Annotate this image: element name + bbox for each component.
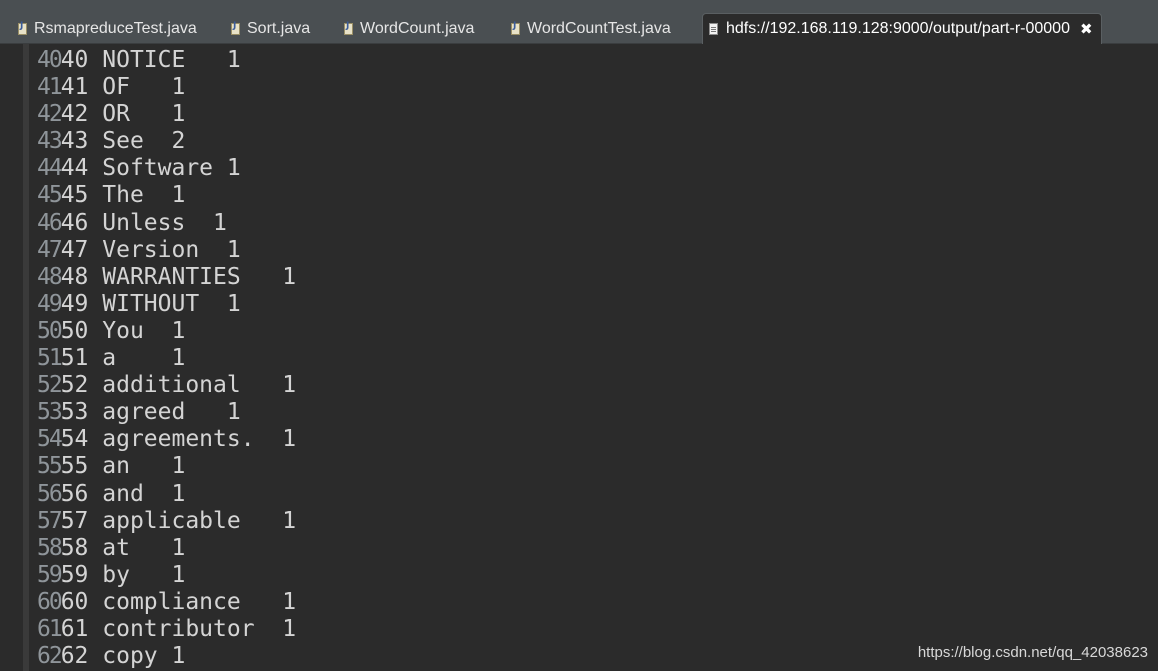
line-text: 40 NOTICE 1 [60, 47, 241, 73]
editor-line[interactable]: 5151 a 1 [37, 345, 296, 372]
text-editor[interactable]: 4040 NOTICE 1 4141 OF 1 4242 OR 1 4343 See … [0, 44, 1158, 671]
editor-line[interactable]: 5252 additional 1 [37, 372, 296, 399]
editor-line[interactable]: 6161 contributor 1 [37, 616, 296, 643]
editor-line[interactable]: 4343 See 2 [37, 128, 296, 155]
line-number: 61 [37, 615, 63, 642]
line-number: 52 [37, 372, 63, 399]
line-number: 56 [37, 480, 63, 507]
tab-sort[interactable]: Sort.java [231, 13, 310, 44]
editor-tab-bar: RsmapreduceTest.java Sort.java WordCount… [0, 0, 1158, 44]
line-text: 46 Unless 1 [60, 209, 227, 236]
line-number: 59 [37, 561, 63, 588]
line-number: 50 [37, 317, 63, 344]
line-text: 53 agreed 1 [60, 399, 241, 426]
java-file-icon [344, 21, 353, 35]
java-file-icon [511, 21, 520, 35]
java-file-icon [18, 21, 27, 35]
tab-label: WordCountTest.java [527, 19, 671, 37]
line-number: 47 [37, 236, 63, 263]
editor-line[interactable]: 5050 You 1 [37, 318, 296, 345]
editor-line[interactable]: 4646 Unless 1 [37, 210, 296, 237]
line-text: 59 by 1 [60, 561, 186, 588]
line-text: 48 WARRANTIES 1 [60, 263, 297, 290]
line-text: 49 WITHOUT 1 [60, 290, 241, 317]
line-number: 53 [37, 399, 63, 426]
editor-line[interactable]: 5858 at 1 [37, 535, 296, 562]
line-number: 54 [37, 426, 63, 453]
line-text: 51 a 1 [60, 345, 186, 372]
line-text: 41 OF 1 [60, 74, 186, 101]
text-file-icon [709, 23, 718, 35]
line-text: 55 an 1 [60, 453, 186, 480]
line-text: 47 Version 1 [60, 236, 241, 263]
tab-label: hdfs://192.168.119.128:9000/output/part-… [726, 20, 1070, 37]
line-text: 54 agreements. 1 [60, 426, 297, 453]
line-text: 44 Software 1 [60, 155, 241, 182]
line-number: 48 [37, 263, 63, 290]
editor-line[interactable]: 4444 Software 1 [37, 155, 296, 182]
line-text: 42 OR 1 [60, 101, 186, 128]
editor-line[interactable]: 6262 copy 1 [37, 643, 296, 670]
editor-line[interactable]: 5959 by 1 [37, 562, 296, 589]
line-text: 62 copy 1 [60, 643, 186, 670]
line-number: 60 [37, 588, 63, 615]
editor-line[interactable]: 5656 and 1 [37, 481, 296, 508]
line-text: 58 at 1 [60, 534, 186, 561]
editor-ruler [23, 44, 29, 671]
line-number: 55 [37, 453, 63, 480]
tab-rsmapreducetest[interactable]: RsmapreduceTest.java [18, 13, 197, 44]
line-text: 60 compliance 1 [60, 588, 297, 615]
line-number: 40 [37, 47, 63, 73]
line-number: 44 [37, 155, 63, 182]
close-icon[interactable]: ✖ [1080, 20, 1093, 38]
line-text: 57 applicable 1 [60, 507, 297, 534]
line-number: 46 [37, 209, 63, 236]
line-number: 42 [37, 101, 63, 128]
editor-line[interactable]: 5757 applicable 1 [37, 508, 296, 535]
line-text: 61 contributor 1 [60, 615, 297, 642]
editor-line[interactable]: 6060 compliance 1 [37, 589, 296, 616]
line-text: 52 additional 1 [60, 372, 297, 399]
tab-label: WordCount.java [360, 19, 475, 37]
tab-wordcount[interactable]: WordCount.java [344, 13, 474, 44]
editor-line[interactable]: 4545 The 1 [37, 182, 296, 209]
line-number: 58 [37, 534, 63, 561]
editor-line[interactable]: 4848 WARRANTIES 1 [37, 264, 296, 291]
tab-hdfs-output[interactable]: hdfs://192.168.119.128:9000/output/part-… [702, 13, 1102, 44]
line-number: 62 [37, 643, 63, 670]
editor-line[interactable]: 4141 OF 1 [37, 74, 296, 101]
editor-line[interactable]: 4747 Version 1 [37, 237, 296, 264]
watermark: https://blog.csdn.net/qq_42038623 [917, 644, 1148, 661]
editor-content[interactable]: 4040 NOTICE 1 4141 OF 1 4242 OR 1 4343 See … [37, 47, 296, 670]
line-number: 43 [37, 128, 63, 155]
java-file-icon [231, 21, 240, 35]
editor-line[interactable]: 5555 an 1 [37, 453, 296, 480]
line-text: 43 See 2 [60, 128, 186, 155]
editor-line[interactable]: 5454 agreements. 1 [37, 426, 296, 453]
tab-label: RsmapreduceTest.java [34, 19, 197, 37]
line-number: 45 [37, 182, 63, 209]
line-text: 50 You 1 [60, 317, 186, 344]
line-number: 51 [37, 345, 63, 372]
line-number: 41 [37, 74, 63, 101]
line-text: 56 and 1 [60, 480, 186, 507]
editor-line[interactable]: 4949 WITHOUT 1 [37, 291, 296, 318]
tab-label: Sort.java [247, 19, 311, 37]
editor-line[interactable]: 5353 agreed 1 [37, 399, 296, 426]
line-number: 49 [37, 290, 63, 317]
editor-line[interactable]: 4242 OR 1 [37, 101, 296, 128]
editor-line[interactable]: 4040 NOTICE 1 [37, 47, 296, 74]
line-text: 45 The 1 [60, 182, 186, 209]
tab-wordcounttest[interactable]: WordCountTest.java [511, 13, 671, 44]
line-number: 57 [37, 507, 63, 534]
